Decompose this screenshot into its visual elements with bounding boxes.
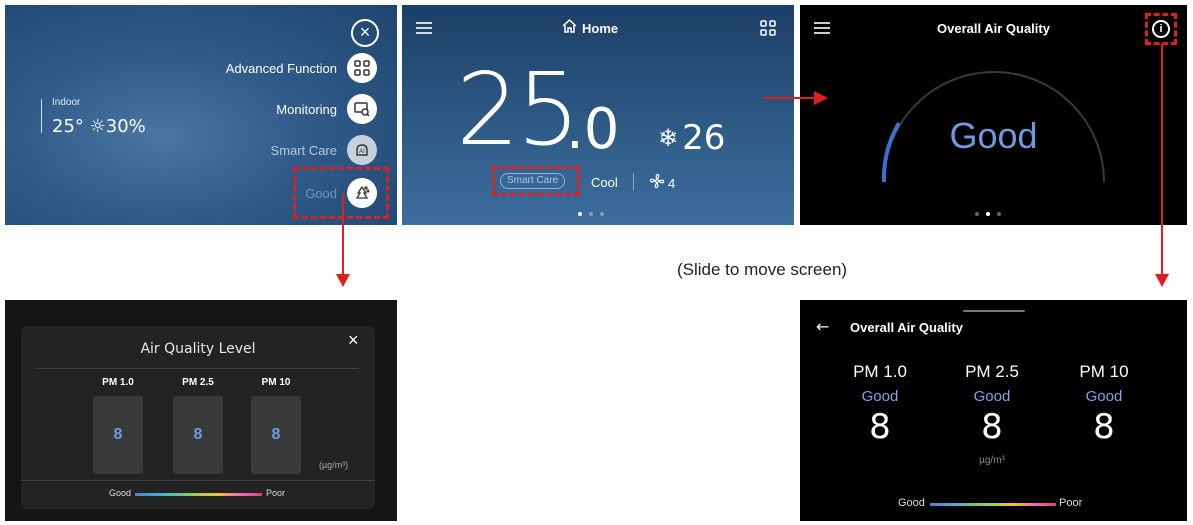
page-indicator (578, 212, 604, 216)
arrow-line (1161, 44, 1163, 276)
menu-label: Good (305, 185, 337, 201)
air-quality-icon (347, 178, 377, 208)
legend-poor: Poor (1059, 497, 1083, 509)
pm25-value: 8 (981, 407, 1003, 447)
current-temperature: 25 (456, 51, 580, 168)
page-dot[interactable] (589, 212, 593, 216)
grid-icon (347, 53, 377, 83)
divider (41, 99, 42, 133)
pm10-column: PM 10 Good 8 (1064, 362, 1144, 447)
menu-label: Advanced Function (225, 60, 337, 76)
fan-icon (649, 173, 665, 194)
home-screen: Home 25 .0 ❄ 26 Smart Care Cool 4 (402, 5, 794, 225)
snowflake-icon: ❄ (658, 124, 679, 152)
arrow-right-icon (814, 91, 828, 105)
mode-label[interactable]: Cool (591, 175, 618, 190)
pm10-label: PM 10 (261, 377, 291, 388)
pm25-value: 8 (173, 396, 223, 474)
unit-label: µg/m³ (979, 455, 1005, 466)
fan-speed-value: 4 (668, 176, 676, 191)
current-temperature-decimal: .0 (566, 97, 620, 162)
pm1-column: PM 1.0 Good 8 (840, 362, 920, 447)
pm25-status: Good (973, 388, 1011, 405)
caption: (Slide to move screen) (677, 260, 848, 279)
svg-text:AI: AI (359, 149, 365, 155)
ai-icon: AI (347, 135, 377, 165)
legend-good: Good (109, 488, 132, 498)
air-quality-level-screen: Air Quality Level × PM 1.0 PM 2.5 PM 10 … (5, 300, 397, 521)
quick-menu-screen: × Advanced Function Monitoring Smart Car… (5, 5, 397, 225)
air-quality-status: Good (949, 115, 1038, 156)
menu-label: Monitoring (276, 101, 337, 117)
arrow-line (342, 193, 344, 275)
smart-care-badge[interactable]: Smart Care (500, 173, 566, 189)
pm1-value: 8 (93, 396, 143, 474)
unit-label: (µg/m³) (319, 460, 349, 470)
indoor-label: Indoor (52, 97, 81, 108)
pm10-value: 8 (1093, 407, 1115, 447)
pm10-value: 8 (251, 396, 301, 474)
close-button[interactable]: × (348, 330, 359, 351)
pm10-status: Good (1085, 388, 1123, 405)
pm1-value: 8 (869, 407, 891, 447)
page-title: Home (582, 21, 619, 36)
grid-icon[interactable] (760, 20, 776, 41)
monitor-search-icon (347, 94, 377, 124)
dialog-title: Air Quality Level (140, 341, 256, 357)
page-dot-active[interactable] (986, 212, 990, 216)
divider (37, 368, 359, 369)
close-button[interactable]: × (351, 19, 379, 47)
set-temperature[interactable]: ❄ 26 (658, 118, 725, 158)
pm25-label: PM 2.5 (965, 362, 1019, 381)
legend-gradient-bar (930, 503, 1056, 506)
menu-icon[interactable] (416, 21, 432, 40)
indoor-value: 25° ☼30% (52, 116, 146, 137)
home-icon (562, 18, 577, 38)
pm1-status: Good (861, 388, 899, 405)
fan-speed[interactable]: 4 (649, 173, 675, 194)
overall-air-quality-screen: Overall Air Quality i Good (800, 5, 1187, 225)
header: Home (562, 18, 619, 38)
page-dot[interactable] (997, 212, 1001, 216)
menu-label: Smart Care (270, 142, 337, 158)
page-dot[interactable] (600, 212, 604, 216)
arrow-down-icon (1155, 274, 1169, 287)
pm10-label: PM 10 (1079, 362, 1129, 381)
page-indicator (975, 212, 1001, 216)
legend-gradient-bar (135, 493, 262, 496)
page-dot[interactable] (975, 212, 979, 216)
menu-monitoring[interactable]: Monitoring (276, 94, 377, 124)
arrow-line (764, 97, 816, 99)
menu-smart-care[interactable]: Smart Care AI (271, 135, 377, 165)
pm25-column: PM 2.5 Good 8 (952, 362, 1032, 447)
page-title: Overall Air Quality (937, 21, 1050, 36)
divider (21, 480, 375, 481)
legend-poor: Poor (266, 488, 286, 498)
drag-handle[interactable] (963, 310, 1025, 312)
legend-good: Good (898, 497, 925, 509)
back-arrow-icon[interactable]: ← (816, 317, 829, 336)
pm25-label: PM 2.5 (182, 377, 214, 388)
divider (633, 173, 634, 190)
menu-advanced-function[interactable]: Advanced Function (226, 53, 377, 83)
page-title: Overall Air Quality (850, 320, 963, 335)
page-dot-active[interactable] (578, 212, 582, 216)
air-quality-detail-screen: ← Overall Air Quality PM 1.0 Good 8 PM 2… (800, 300, 1187, 521)
info-icon[interactable]: i (1152, 20, 1170, 38)
set-temperature-value: 26 (682, 118, 726, 158)
arrow-down-icon (336, 274, 350, 287)
pm1-label: PM 1.0 (102, 377, 134, 388)
pm1-label: PM 1.0 (853, 362, 907, 381)
